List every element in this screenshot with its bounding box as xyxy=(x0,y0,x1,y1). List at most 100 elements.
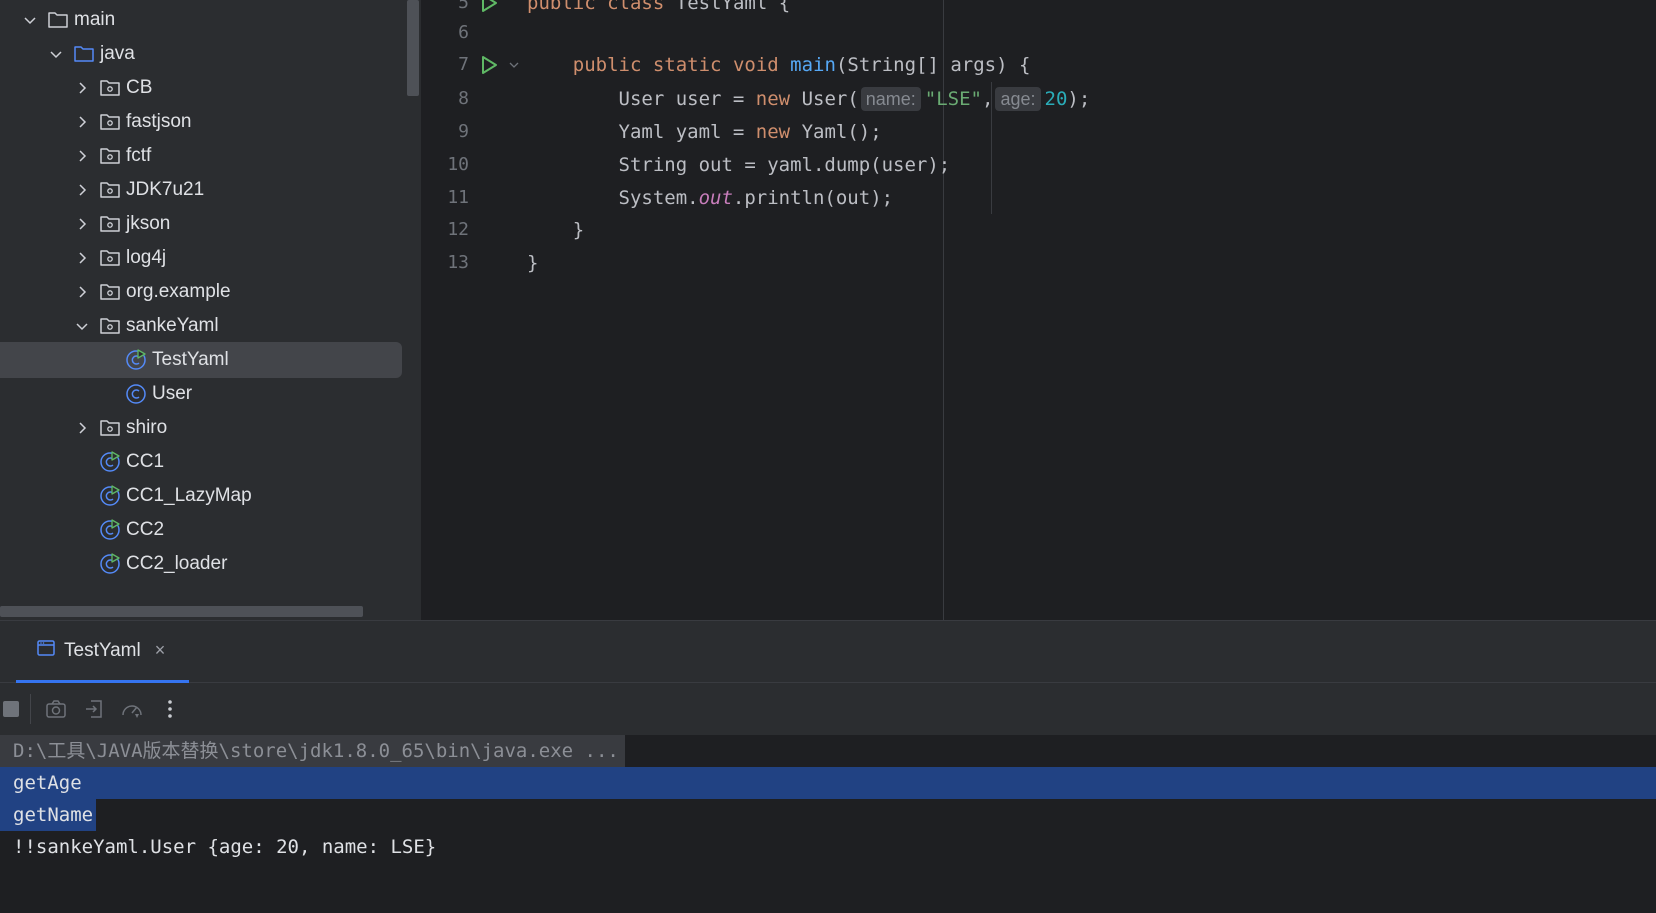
runnable-class-icon xyxy=(98,552,122,576)
console-output[interactable]: D:\工具\JAVA版本替换\store\jdk1.8.0_65\bin\jav… xyxy=(0,735,1656,913)
tree-item-label: shiro xyxy=(126,417,168,438)
line-number: 6 xyxy=(458,22,469,43)
code-line-6[interactable]: 6 xyxy=(421,16,1656,49)
tree-item-sankeyaml[interactable]: sankeYaml xyxy=(0,308,405,344)
toolbar-separator xyxy=(30,694,31,724)
code-line-7[interactable]: 7 public static void main(String[] args)… xyxy=(421,48,1656,81)
tree-item-testyaml[interactable]: TestYaml xyxy=(0,342,402,378)
tree-item-cc1-lazymap[interactable]: CC1_LazyMap xyxy=(0,478,405,514)
chevron-right-icon[interactable] xyxy=(72,214,92,234)
tree-item-label: CB xyxy=(126,77,153,98)
run-main-gutter-icon[interactable] xyxy=(477,53,501,77)
tree-item-label: sankeYaml xyxy=(126,315,219,336)
project-tool-window: main java CB fastjson fctf JDK7u21 jkson log4j o… xyxy=(0,0,420,620)
code-text: } xyxy=(572,218,585,241)
code-line-9[interactable]: 9 Yaml yaml = new Yaml(); xyxy=(421,115,1656,148)
code-text: } xyxy=(527,251,539,274)
tree-item-label: java xyxy=(100,43,135,64)
chevron-right-icon[interactable] xyxy=(72,418,92,438)
chevron-right-icon[interactable] xyxy=(72,146,92,166)
tree-item-label: org.example xyxy=(126,281,231,302)
runnable-class-icon xyxy=(98,484,122,508)
console-line: D:\工具\JAVA版本替换\store\jdk1.8.0_65\bin\jav… xyxy=(0,735,625,767)
tree-item-label: jkson xyxy=(126,213,171,234)
package-icon xyxy=(98,246,122,270)
code-editor[interactable]: 5 public class TestYaml { 6 7 public sta… xyxy=(420,0,1656,620)
code-text: String out = yaml.dump(user); xyxy=(618,153,951,176)
code-line-10[interactable]: 10 String out = yaml.dump(user); xyxy=(421,148,1656,181)
tree-item-cc2-loader[interactable]: CC2_loader xyxy=(0,546,405,582)
tree-horizontal-scrollbar[interactable] xyxy=(0,606,363,617)
code-line-13[interactable]: 13 } xyxy=(421,246,1656,279)
import-icon[interactable] xyxy=(75,690,113,728)
chevron-right-icon[interactable] xyxy=(72,112,92,132)
fold-chevron-icon[interactable] xyxy=(507,58,521,72)
tree-vertical-scrollbar[interactable] xyxy=(407,0,419,96)
tree-item-label: JDK7u21 xyxy=(126,179,205,200)
code-text: Yaml yaml = new Yaml(); xyxy=(618,120,882,143)
profiler-gauge-icon[interactable] xyxy=(113,690,151,728)
chevron-down-icon[interactable] xyxy=(20,10,40,30)
console-line: getAge xyxy=(0,767,1656,799)
close-icon[interactable]: × xyxy=(155,640,166,661)
run-tab-label: TestYaml xyxy=(64,639,141,661)
package-icon xyxy=(98,110,122,134)
tree-item-java[interactable]: java xyxy=(0,36,405,72)
line-number: 7 xyxy=(458,54,469,75)
line-number: 13 xyxy=(447,252,469,273)
chevron-right-icon[interactable] xyxy=(72,78,92,98)
tree-item-label: fctf xyxy=(126,145,152,166)
chevron-right-icon[interactable] xyxy=(72,180,92,200)
tree-item-org-example[interactable]: org.example xyxy=(0,274,405,310)
code-line-8[interactable]: 8 User user = new User(name: "LSE", age: 20… xyxy=(421,82,1656,115)
parameter-hint-age: age: xyxy=(995,86,1041,111)
tree-item-main[interactable]: main xyxy=(0,2,405,38)
code-line-12[interactable]: 12 } xyxy=(421,213,1656,246)
package-icon xyxy=(98,178,122,202)
parameter-hint-name: name: xyxy=(860,86,921,111)
line-number: 8 xyxy=(458,88,469,109)
line-number: 12 xyxy=(447,219,469,240)
code-text: public static void main(String[] args) { xyxy=(572,53,1031,76)
tree-item-cb[interactable]: CB xyxy=(0,70,405,106)
tree-item-log4j[interactable]: log4j xyxy=(0,240,405,276)
tree-item-user[interactable]: User xyxy=(0,376,405,412)
tree-item-label: TestYaml xyxy=(152,349,229,370)
package-icon xyxy=(98,144,122,168)
chevron-down-icon[interactable] xyxy=(46,44,66,64)
tree-item-jdk7u21[interactable]: JDK7u21 xyxy=(0,172,405,208)
class-icon xyxy=(124,382,148,406)
package-icon xyxy=(98,76,122,100)
more-options-icon[interactable] xyxy=(151,690,189,728)
source-folder-icon xyxy=(72,42,96,66)
tree-item-jkson[interactable]: jkson xyxy=(0,206,405,242)
tree-item-fastjson[interactable]: fastjson xyxy=(0,104,405,140)
chevron-right-icon[interactable] xyxy=(72,248,92,268)
camera-icon[interactable] xyxy=(37,690,75,728)
package-icon xyxy=(98,212,122,236)
runnable-class-icon xyxy=(98,518,122,542)
package-icon xyxy=(98,314,122,338)
line-number: 5 xyxy=(458,0,469,13)
tree-item-label: CC1 xyxy=(126,451,165,472)
code-line-11[interactable]: 11 System.out.println(out); xyxy=(421,181,1656,214)
tree-item-cc2[interactable]: CC2 xyxy=(0,512,405,548)
chevron-right-icon[interactable] xyxy=(72,282,92,302)
tree-item-fctf[interactable]: fctf xyxy=(0,138,405,174)
run-class-gutter-icon[interactable] xyxy=(477,0,501,15)
tree-item-shiro[interactable]: shiro xyxy=(0,410,405,446)
console-line: getName xyxy=(0,799,97,831)
stop-button[interactable] xyxy=(0,690,24,728)
run-tool-window: TestYaml × D:\工具\JAVA版本替换\store\jdk1.8.0… xyxy=(0,620,1656,913)
folder-icon xyxy=(46,8,70,32)
console-window-icon xyxy=(36,638,56,663)
run-tab-testyaml[interactable]: TestYaml × xyxy=(16,621,189,683)
tree-item-cc1[interactable]: CC1 xyxy=(0,444,405,480)
code-text: System.out.println(out); xyxy=(618,186,894,209)
line-number: 10 xyxy=(447,154,469,175)
run-toolbar xyxy=(0,683,1656,735)
console-line: !!sankeYaml.User {age: 20, name: LSE} xyxy=(13,836,437,858)
package-icon xyxy=(98,280,122,304)
chevron-down-icon[interactable] xyxy=(72,316,92,336)
tree-item-label: CC2_loader xyxy=(126,553,228,574)
